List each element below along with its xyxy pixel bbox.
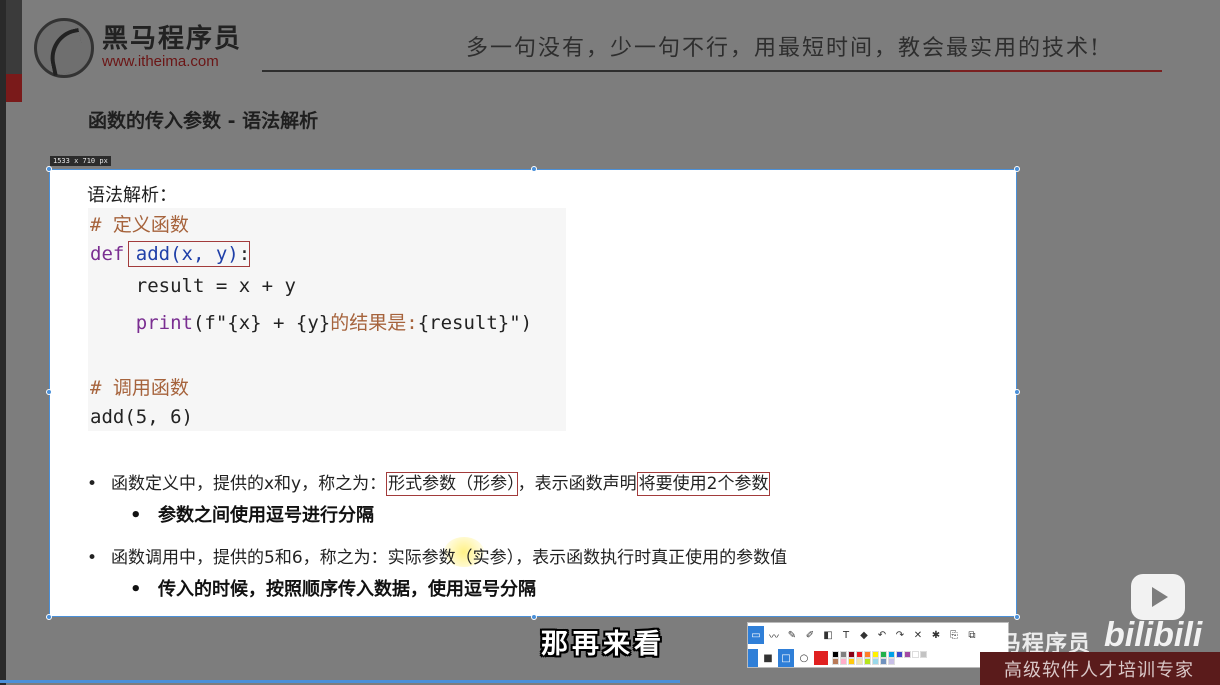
content-panel[interactable]: 语法解析： # 定义函数 def add(x, y): result = x +… bbox=[46, 166, 1020, 620]
palette-swatch[interactable] bbox=[840, 651, 847, 658]
toolbar-tools-row: ▭ 〰 ✎ ✐ ◧ T ◆ ↶ ↷ ✕ ✱ ⎘ ⧉ bbox=[748, 624, 982, 646]
bullet-1-mid: ，表示函数声明 bbox=[517, 474, 637, 494]
horse-logo-icon bbox=[34, 18, 94, 78]
sub-bullet-dot: • bbox=[130, 505, 142, 526]
resize-handle-bottom[interactable] bbox=[531, 614, 537, 620]
palette-swatch[interactable] bbox=[872, 658, 879, 665]
code-comment-define: # 定义函数 bbox=[90, 214, 189, 236]
bullet-1-pre: 函数定义中，提供的x和y，称之为： bbox=[111, 474, 387, 494]
logo-cn-text: 黑马程序员 bbox=[102, 24, 243, 54]
close-icon[interactable]: ✕ bbox=[910, 626, 926, 644]
resize-handle-top-right[interactable] bbox=[1014, 166, 1020, 172]
header-divider-accent bbox=[950, 70, 1162, 72]
outline-rect-icon[interactable]: □ bbox=[778, 649, 794, 667]
header-slogan: 多一句没有，少一句不行，用最短时间，教会最实用的技术! bbox=[466, 36, 1101, 61]
style-toggle-icon[interactable] bbox=[748, 649, 758, 667]
bullet-actual-params: • 函数调用中，提供的5和6，称之为：实际参数（实参），表示函数执行时真正使用的参… bbox=[87, 543, 787, 568]
itheima-logo: 黑马程序员 www.itheima.com bbox=[34, 18, 242, 78]
pen-tool-icon[interactable]: ✎ bbox=[784, 626, 800, 644]
bilibili-logo: bilibili bbox=[1104, 616, 1203, 654]
print-function: print bbox=[135, 312, 193, 334]
palette-swatch[interactable] bbox=[848, 651, 855, 658]
palette-swatch[interactable] bbox=[864, 658, 871, 665]
def-keyword: def bbox=[90, 243, 125, 265]
palette-swatch[interactable] bbox=[872, 651, 879, 658]
bullet-formal-params: • 函数定义中，提供的x和y，称之为： 形式参数（形参） ，表示函数声明 将要使用2个参… bbox=[87, 469, 771, 496]
code-block: # 定义函数 def add(x, y): result = x + y pri… bbox=[88, 208, 566, 431]
marker-tool-icon[interactable]: ✐ bbox=[802, 626, 818, 644]
resize-handle-top-left[interactable] bbox=[46, 166, 52, 172]
palette-swatch[interactable] bbox=[888, 658, 895, 665]
bullet-2-text: 函数调用中，提供的5和6，称之为：实际参数（实参），表示函数执行时真正使用的参数… bbox=[111, 548, 788, 568]
print-open: (f"{x} + {y} bbox=[192, 312, 331, 334]
sub-bullet-comma: • 参数之间使用逗号进行分隔 bbox=[130, 501, 374, 527]
palette-swatch[interactable] bbox=[880, 658, 887, 665]
annotation-toolbar[interactable]: ▭ 〰 ✎ ✐ ◧ T ◆ ↶ ↷ ✕ ✱ ⎘ ⧉ ■ □ ○ bbox=[747, 622, 1009, 668]
sub-bullet-order: • 传入的时候，按照顺序传入数据，使用逗号分隔 bbox=[130, 575, 536, 601]
resize-handle-left[interactable] bbox=[46, 389, 52, 395]
sub-bullet-1-text: 参数之间使用逗号进行分隔 bbox=[158, 505, 374, 526]
active-color-swatch[interactable] bbox=[814, 651, 828, 665]
bilibili-tv-icon bbox=[1131, 574, 1185, 620]
mosaic-tool-icon[interactable]: ◧ bbox=[820, 626, 836, 644]
fill-rect-icon[interactable]: ■ bbox=[760, 649, 776, 667]
eraser-tool-icon[interactable]: ◆ bbox=[856, 626, 872, 644]
palette-swatch[interactable] bbox=[840, 658, 847, 665]
resize-handle-bottom-right[interactable] bbox=[1014, 614, 1020, 620]
bullet-dot: • bbox=[87, 474, 98, 494]
slide-title: 函数的传入参数 - 语法解析 bbox=[88, 110, 319, 132]
video-progress-bar[interactable] bbox=[0, 680, 680, 683]
palette-swatch[interactable] bbox=[888, 651, 895, 658]
left-dark-block bbox=[6, 0, 22, 74]
sub-bullet-2-text: 传入的时候，按照顺序传入数据，使用逗号分隔 bbox=[158, 579, 536, 600]
bottom-slogan: 高级软件人才培训专家 bbox=[1004, 660, 1194, 681]
code-call-line: add(5, 6) bbox=[90, 406, 193, 428]
formal-param-box: 形式参数（形参） bbox=[386, 472, 518, 496]
curve-tool-icon[interactable]: 〰 bbox=[766, 626, 782, 644]
toolbar-style-row: ■ □ ○ bbox=[748, 647, 928, 669]
palette-swatch[interactable] bbox=[832, 651, 839, 658]
palette-swatch[interactable] bbox=[856, 651, 863, 658]
resize-handle-top[interactable] bbox=[531, 166, 537, 172]
code-result-line: result = x + y bbox=[90, 275, 296, 297]
ellipse-icon[interactable]: ○ bbox=[796, 649, 812, 667]
left-edge-bar bbox=[0, 0, 6, 685]
signature-highlight-box bbox=[128, 241, 250, 267]
palette-swatch[interactable] bbox=[904, 651, 911, 658]
bullet-dot: • bbox=[87, 548, 98, 568]
palette-swatch[interactable] bbox=[856, 658, 863, 665]
code-comment-call: # 调用函数 bbox=[90, 377, 189, 399]
sub-bullet-dot: • bbox=[130, 579, 142, 600]
video-subtitle: 那再来看 bbox=[541, 629, 665, 660]
palette-swatch[interactable] bbox=[864, 651, 871, 658]
undo-icon[interactable]: ↶ bbox=[874, 626, 890, 644]
resize-handle-right[interactable] bbox=[1014, 389, 1020, 395]
copy-icon[interactable]: ⎘ bbox=[946, 626, 962, 644]
text-tool-icon[interactable]: T bbox=[838, 626, 854, 644]
video-frame: 黑马程序员 www.itheima.com 多一句没有，少一句不行，用最短时间，… bbox=[0, 0, 1220, 685]
select-tool-icon[interactable]: ▭ bbox=[748, 626, 764, 644]
palette-swatch[interactable] bbox=[920, 651, 927, 658]
logo-url-text: www.itheima.com bbox=[102, 53, 219, 70]
palette-swatch[interactable] bbox=[896, 651, 903, 658]
palette-swatch[interactable] bbox=[848, 658, 855, 665]
print-string-cn: 的结果是: bbox=[330, 312, 418, 334]
redo-icon[interactable]: ↷ bbox=[892, 626, 908, 644]
palette-swatch[interactable] bbox=[832, 658, 839, 665]
color-palette[interactable] bbox=[832, 651, 928, 665]
code-print-line: print(f"{x} + {y}的结果是:{result}") bbox=[90, 308, 532, 335]
print-close: {result}") bbox=[417, 312, 533, 334]
palette-swatch[interactable] bbox=[912, 651, 919, 658]
param-count-box: 将要使用2个参数 bbox=[636, 472, 771, 496]
print-indent bbox=[90, 312, 136, 334]
resize-handle-bottom-left[interactable] bbox=[46, 614, 52, 620]
palette-swatch[interactable] bbox=[880, 651, 887, 658]
left-red-block bbox=[6, 74, 22, 102]
syntax-label: 语法解析： bbox=[87, 185, 177, 206]
pin-icon[interactable]: ✱ bbox=[928, 626, 944, 644]
dimension-badge: 1533 x 710 px bbox=[50, 156, 111, 166]
